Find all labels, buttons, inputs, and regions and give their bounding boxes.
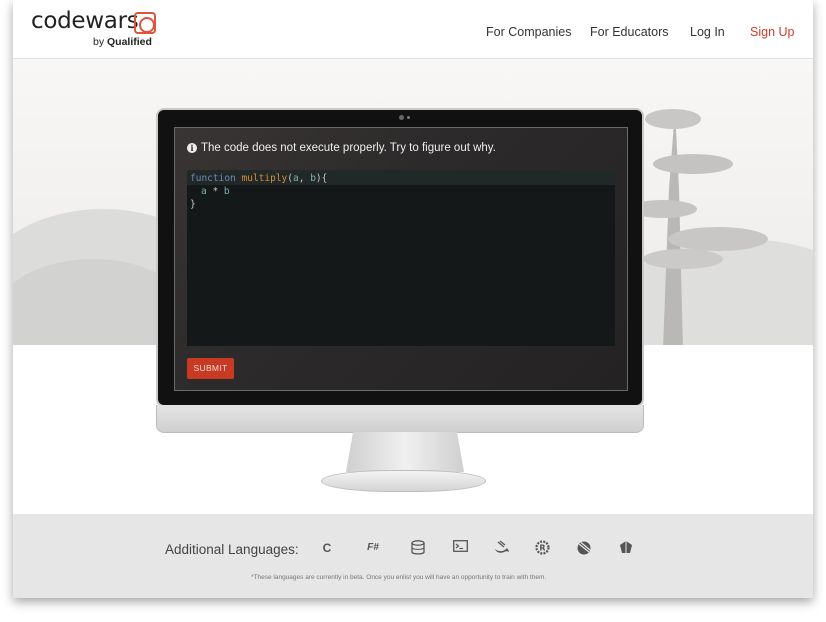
code-line-3: } [190,199,196,210]
camera-light-icon [407,116,410,119]
page-frame: codewars by Qualified For Companies For … [13,0,813,598]
code-line-2: a * b [201,185,230,198]
shell-icon [452,540,468,556]
code-editor[interactable]: function multiply(a, b){ a * b } [187,170,615,346]
monitor-illustration: i The code does not execute properly. Try… [156,108,644,407]
nav-sign-up[interactable]: Sign Up [750,25,794,39]
code-var-b: b [223,186,230,197]
byline-name: Qualified [107,36,152,48]
objective-c-icon [576,540,592,556]
nav-for-educators[interactable]: For Educators [590,25,669,39]
code-brace-open: ){ [315,173,328,184]
codewars-logo[interactable]: codewars by Qualified [31,8,156,48]
challenge-prompt: i The code does not execute properly. Try… [187,142,496,154]
bg-tree-illustration [629,109,768,345]
c-icon: C [322,541,332,555]
prompt-text: The code does not execute properly. Try … [201,142,496,154]
challenge-screen: i The code does not execute properly. Try… [174,127,628,391]
submit-button[interactable]: SUBMIT [187,358,234,379]
logo-byline: by Qualified [93,36,152,48]
code-line-1: function multiply(a, b){ [190,172,327,185]
additional-languages-title: Additional Languages: [165,542,299,557]
rust-icon: R [534,540,550,556]
byline-prefix: by [93,36,105,48]
nav-for-companies[interactable]: For Companies [486,25,571,39]
additional-languages-strip: Additional Languages: C F# R *These lang… [13,514,813,598]
code-operator: * [206,186,224,197]
logo-wordmark: codewars [31,8,139,34]
fsharp-icon: F# [367,542,379,553]
code-keyword: function [190,173,236,184]
swift-icon [494,540,510,556]
monitor-stand-neck [346,432,464,472]
beta-languages-note: *These languages are currently in beta. … [251,574,547,581]
info-icon: i [187,143,197,153]
monitor-chin [156,405,644,433]
sql-icon [410,540,426,556]
code-comma: , [298,173,311,184]
elixir-icon [618,540,634,556]
site-header: codewars by Qualified For Companies For … [13,0,813,59]
code-function-name: multiply [241,173,288,184]
logo-mark-icon [134,12,156,34]
monitor-stand-base [321,470,486,492]
svg-text:R: R [539,544,545,553]
nav-log-in[interactable]: Log In [690,25,725,39]
camera-icon [399,115,404,120]
